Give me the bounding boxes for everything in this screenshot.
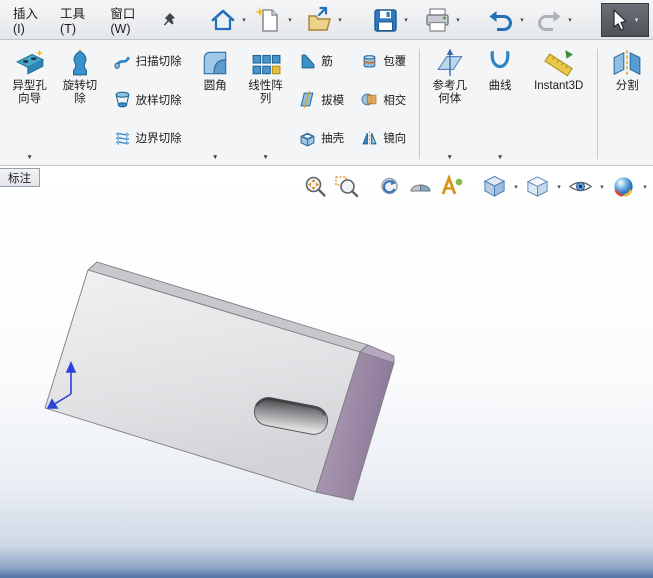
chevron-down-icon[interactable]: ▾ (285, 16, 295, 24)
reference-geometry-icon (436, 48, 463, 76)
mirror-icon (362, 130, 377, 146)
intersect-button[interactable]: 相交 (356, 89, 411, 111)
chevron-down-icon[interactable]: ▾ (453, 16, 463, 24)
draft-icon (300, 91, 314, 108)
draft-label: 拔模 (321, 94, 345, 107)
home-icon (211, 9, 235, 30)
rib-draft-shell-stack: 筋 拔模 抽壳 (292, 43, 351, 165)
ribbon-divider (596, 49, 598, 159)
pin-icon (163, 12, 175, 25)
split-button[interactable]: 分割 (604, 43, 651, 165)
shell-button[interactable]: 抽壳 (294, 127, 349, 149)
reference-geometry-label: 参考几何体 (432, 80, 468, 105)
undo-button[interactable] (485, 4, 517, 36)
home-button[interactable] (207, 4, 239, 36)
shell-icon (300, 132, 315, 147)
chevron-down-icon[interactable]: ▼ (212, 154, 218, 164)
print-button[interactable] (421, 4, 453, 36)
wrap-label: 包覆 (383, 56, 407, 68)
hole-wizard-icon (15, 49, 44, 75)
open-button[interactable] (303, 4, 335, 36)
ribbon-divider (419, 49, 421, 159)
new-document-button[interactable] (253, 4, 285, 36)
rib-label: 筋 (321, 56, 333, 68)
quick-access-toolbar: ▾ ▾ ▾ ▾ ▾ ▾ ▾ ▾ (193, 2, 649, 37)
new-document-icon (255, 7, 278, 32)
pin-menu-button[interactable] (161, 10, 177, 30)
menu-window[interactable]: 窗口(W) (101, 0, 155, 41)
wrap-intersect-mirror-stack: 包覆 相交 镜向 (354, 43, 413, 165)
solidworks-window: 插入(I) 工具(T) 窗口(W) ▾ ▾ ▾ ▾ ▾ ▾ ▾ ▾ 异型孔向导 … (0, 0, 653, 578)
chevron-down-icon[interactable]: ▼ (497, 154, 503, 164)
print-icon (426, 7, 449, 32)
hole-wizard-button[interactable]: 异型孔向导 ▼ (6, 43, 53, 165)
menu-bar: 插入(I) 工具(T) 窗口(W) ▾ ▾ ▾ ▾ ▾ ▾ ▾ ▾ (0, 0, 653, 40)
chevron-down-icon[interactable]: ▾ (335, 16, 345, 24)
instant3d-icon (543, 50, 573, 77)
part-model[interactable] (0, 166, 653, 578)
open-icon (308, 6, 331, 31)
chevron-down-icon[interactable]: ▾ (239, 16, 249, 24)
graphics-area[interactable]: 标注 ▾ ▾ ▾ ▾ (0, 166, 653, 578)
swept-cut-button[interactable]: 扫描切除 (109, 50, 187, 72)
swept-cut-label: 扫描切除 (135, 56, 182, 68)
select-cursor-icon (613, 8, 628, 31)
chevron-down-icon[interactable]: ▾ (631, 16, 641, 24)
split-label: 分割 (615, 80, 639, 92)
rib-icon (301, 54, 315, 68)
boundary-cut-label: 边界切除 (135, 133, 182, 145)
revolved-cut-label: 旋转切除 (62, 80, 98, 105)
rib-button[interactable]: 筋 (294, 50, 349, 72)
chevron-down-icon[interactable]: ▾ (565, 16, 575, 24)
wrap-button[interactable]: 包覆 (356, 50, 411, 72)
chevron-down-icon[interactable]: ▾ (517, 16, 527, 24)
hole-wizard-label: 异型孔向导 (12, 80, 47, 105)
linear-pattern-icon (252, 54, 280, 75)
draft-button[interactable]: 拔模 (294, 89, 349, 111)
lofted-cut-button[interactable]: 放样切除 (109, 89, 187, 111)
intersect-label: 相交 (383, 94, 407, 107)
lofted-cut-label: 放样切除 (135, 94, 182, 107)
intersect-icon (361, 93, 377, 106)
chevron-down-icon[interactable]: ▾ (401, 16, 411, 24)
curves-button[interactable]: 曲线 ▼ (476, 43, 523, 165)
boundary-cut-icon (115, 131, 129, 145)
fillet-icon (203, 51, 227, 75)
save-button[interactable] (369, 4, 401, 36)
undo-icon (489, 10, 512, 31)
curves-icon (490, 50, 510, 69)
split-icon (613, 50, 641, 76)
shell-label: 抽壳 (321, 133, 345, 145)
revolved-cut-button[interactable]: 旋转切除 (56, 43, 103, 165)
cut-features-stack: 扫描切除 放样切除 边界切除 (107, 43, 189, 165)
fillet-button[interactable]: 圆角 ▼ (192, 43, 239, 165)
curves-label: 曲线 (488, 80, 512, 92)
menu-insert[interactable]: 插入(I) (4, 0, 51, 41)
redo-icon (538, 10, 561, 31)
part-body[interactable] (44, 261, 395, 501)
mirror-button[interactable]: 镜向 (356, 127, 411, 149)
instant3d-label: Instant3D (534, 80, 584, 92)
redo-button[interactable] (533, 4, 565, 36)
linear-pattern-button[interactable]: 线性阵列 ▼ (242, 43, 289, 165)
save-icon (374, 8, 397, 32)
fillet-label: 圆角 (203, 80, 227, 92)
linear-pattern-label: 线性阵列 (248, 80, 283, 105)
chevron-down-icon[interactable]: ▼ (26, 154, 32, 164)
boundary-cut-button[interactable]: 边界切除 (109, 127, 187, 149)
chevron-down-icon[interactable]: ▼ (447, 154, 453, 164)
instant3d-button[interactable]: Instant3D (527, 43, 591, 165)
select-tool-button[interactable]: ▾ (600, 2, 649, 37)
reference-geometry-button[interactable]: 参考几何体 ▼ (426, 43, 473, 165)
menu-tools[interactable]: 工具(T) (51, 0, 101, 41)
wrap-icon (363, 54, 376, 68)
lofted-cut-icon (115, 91, 129, 108)
command-manager-ribbon: 异型孔向导 ▼ 旋转切除 扫描切除 放样切除 边界切除 圆角 ▼ 线性阵列 ▼ … (0, 40, 653, 166)
mirror-label: 镜向 (383, 133, 407, 145)
revolved-cut-icon (72, 49, 87, 77)
swept-cut-icon (114, 56, 130, 69)
chevron-down-icon[interactable]: ▼ (262, 154, 268, 164)
